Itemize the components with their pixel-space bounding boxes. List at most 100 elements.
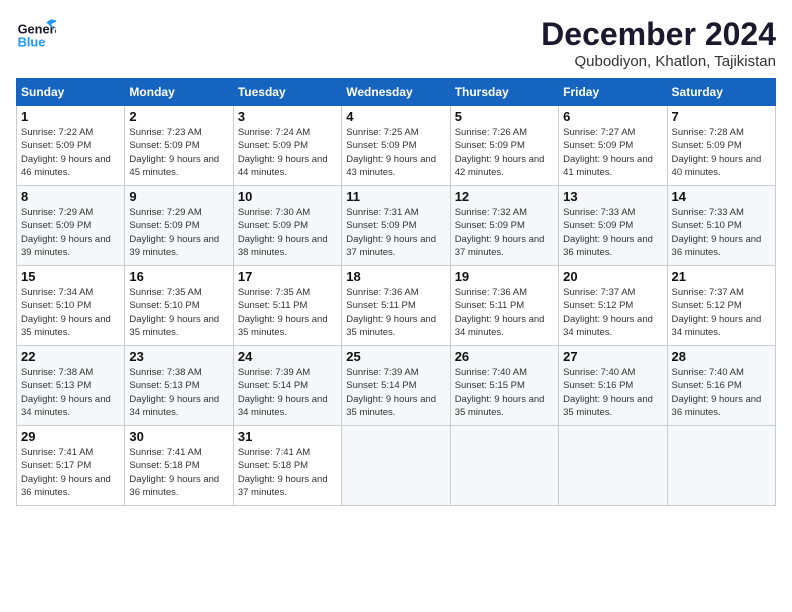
- day-number: 17: [238, 269, 337, 284]
- calendar-cell: 10 Sunrise: 7:30 AMSunset: 5:09 PMDaylig…: [233, 186, 341, 266]
- day-number: 19: [455, 269, 554, 284]
- day-number: 28: [672, 349, 771, 364]
- cell-info: Sunrise: 7:24 AMSunset: 5:09 PMDaylight:…: [238, 127, 328, 178]
- day-number: 6: [563, 109, 662, 124]
- calendar-cell: 24 Sunrise: 7:39 AMSunset: 5:14 PMDaylig…: [233, 346, 341, 426]
- month-title: December 2024: [541, 16, 776, 53]
- header-friday: Friday: [559, 79, 667, 106]
- day-number: 16: [129, 269, 228, 284]
- calendar-cell: 31 Sunrise: 7:41 AMSunset: 5:18 PMDaylig…: [233, 426, 341, 506]
- day-number: 20: [563, 269, 662, 284]
- calendar-cell: 14 Sunrise: 7:33 AMSunset: 5:10 PMDaylig…: [667, 186, 775, 266]
- day-number: 12: [455, 189, 554, 204]
- calendar-cell: 13 Sunrise: 7:33 AMSunset: 5:09 PMDaylig…: [559, 186, 667, 266]
- svg-text:Blue: Blue: [18, 34, 46, 49]
- cell-info: Sunrise: 7:32 AMSunset: 5:09 PMDaylight:…: [455, 207, 545, 258]
- cell-info: Sunrise: 7:36 AMSunset: 5:11 PMDaylight:…: [455, 287, 545, 338]
- day-number: 30: [129, 429, 228, 444]
- calendar-cell: 5 Sunrise: 7:26 AMSunset: 5:09 PMDayligh…: [450, 106, 558, 186]
- header-thursday: Thursday: [450, 79, 558, 106]
- calendar-cell: 26 Sunrise: 7:40 AMSunset: 5:15 PMDaylig…: [450, 346, 558, 426]
- cell-info: Sunrise: 7:34 AMSunset: 5:10 PMDaylight:…: [21, 287, 111, 338]
- cell-info: Sunrise: 7:41 AMSunset: 5:18 PMDaylight:…: [238, 447, 328, 498]
- day-number: 13: [563, 189, 662, 204]
- day-number: 11: [346, 189, 445, 204]
- header-tuesday: Tuesday: [233, 79, 341, 106]
- day-number: 24: [238, 349, 337, 364]
- header-sunday: Sunday: [17, 79, 125, 106]
- title-block: December 2024 Qubodiyon, Khatlon, Tajiki…: [541, 16, 776, 70]
- calendar-cell: 9 Sunrise: 7:29 AMSunset: 5:09 PMDayligh…: [125, 186, 233, 266]
- calendar-cell: 18 Sunrise: 7:36 AMSunset: 5:11 PMDaylig…: [342, 266, 450, 346]
- calendar-cell: 6 Sunrise: 7:27 AMSunset: 5:09 PMDayligh…: [559, 106, 667, 186]
- header-wednesday: Wednesday: [342, 79, 450, 106]
- cell-info: Sunrise: 7:40 AMSunset: 5:16 PMDaylight:…: [672, 367, 762, 418]
- day-number: 10: [238, 189, 337, 204]
- calendar-cell: [559, 426, 667, 506]
- day-number: 2: [129, 109, 228, 124]
- day-number: 9: [129, 189, 228, 204]
- cell-info: Sunrise: 7:36 AMSunset: 5:11 PMDaylight:…: [346, 287, 436, 338]
- day-number: 4: [346, 109, 445, 124]
- header-saturday: Saturday: [667, 79, 775, 106]
- calendar-cell: 17 Sunrise: 7:35 AMSunset: 5:11 PMDaylig…: [233, 266, 341, 346]
- location-title: Qubodiyon, Khatlon, Tajikistan: [541, 53, 776, 70]
- calendar-cell: 15 Sunrise: 7:34 AMSunset: 5:10 PMDaylig…: [17, 266, 125, 346]
- calendar-cell: 30 Sunrise: 7:41 AMSunset: 5:18 PMDaylig…: [125, 426, 233, 506]
- cell-info: Sunrise: 7:27 AMSunset: 5:09 PMDaylight:…: [563, 127, 653, 178]
- cell-info: Sunrise: 7:33 AMSunset: 5:10 PMDaylight:…: [672, 207, 762, 258]
- day-number: 3: [238, 109, 337, 124]
- calendar-table: Sunday Monday Tuesday Wednesday Thursday…: [16, 78, 776, 506]
- calendar-cell: 3 Sunrise: 7:24 AMSunset: 5:09 PMDayligh…: [233, 106, 341, 186]
- page-header: General Blue December 2024 Qubodiyon, Kh…: [16, 16, 776, 70]
- day-number: 29: [21, 429, 120, 444]
- cell-info: Sunrise: 7:37 AMSunset: 5:12 PMDaylight:…: [672, 287, 762, 338]
- cell-info: Sunrise: 7:30 AMSunset: 5:09 PMDaylight:…: [238, 207, 328, 258]
- cell-info: Sunrise: 7:23 AMSunset: 5:09 PMDaylight:…: [129, 127, 219, 178]
- calendar-row: 29 Sunrise: 7:41 AMSunset: 5:17 PMDaylig…: [17, 426, 776, 506]
- calendar-cell: 28 Sunrise: 7:40 AMSunset: 5:16 PMDaylig…: [667, 346, 775, 426]
- calendar-cell: 22 Sunrise: 7:38 AMSunset: 5:13 PMDaylig…: [17, 346, 125, 426]
- calendar-cell: 29 Sunrise: 7:41 AMSunset: 5:17 PMDaylig…: [17, 426, 125, 506]
- cell-info: Sunrise: 7:31 AMSunset: 5:09 PMDaylight:…: [346, 207, 436, 258]
- calendar-cell: 12 Sunrise: 7:32 AMSunset: 5:09 PMDaylig…: [450, 186, 558, 266]
- calendar-cell: 8 Sunrise: 7:29 AMSunset: 5:09 PMDayligh…: [17, 186, 125, 266]
- cell-info: Sunrise: 7:25 AMSunset: 5:09 PMDaylight:…: [346, 127, 436, 178]
- calendar-cell: 23 Sunrise: 7:38 AMSunset: 5:13 PMDaylig…: [125, 346, 233, 426]
- calendar-cell: 11 Sunrise: 7:31 AMSunset: 5:09 PMDaylig…: [342, 186, 450, 266]
- calendar-cell: [667, 426, 775, 506]
- logo: General Blue: [16, 16, 56, 56]
- cell-info: Sunrise: 7:28 AMSunset: 5:09 PMDaylight:…: [672, 127, 762, 178]
- calendar-cell: 2 Sunrise: 7:23 AMSunset: 5:09 PMDayligh…: [125, 106, 233, 186]
- calendar-cell: 21 Sunrise: 7:37 AMSunset: 5:12 PMDaylig…: [667, 266, 775, 346]
- cell-info: Sunrise: 7:33 AMSunset: 5:09 PMDaylight:…: [563, 207, 653, 258]
- calendar-cell: 27 Sunrise: 7:40 AMSunset: 5:16 PMDaylig…: [559, 346, 667, 426]
- calendar-cell: 20 Sunrise: 7:37 AMSunset: 5:12 PMDaylig…: [559, 266, 667, 346]
- cell-info: Sunrise: 7:40 AMSunset: 5:15 PMDaylight:…: [455, 367, 545, 418]
- calendar-row: 8 Sunrise: 7:29 AMSunset: 5:09 PMDayligh…: [17, 186, 776, 266]
- day-number: 5: [455, 109, 554, 124]
- day-number: 27: [563, 349, 662, 364]
- weekday-header-row: Sunday Monday Tuesday Wednesday Thursday…: [17, 79, 776, 106]
- calendar-row: 15 Sunrise: 7:34 AMSunset: 5:10 PMDaylig…: [17, 266, 776, 346]
- calendar-cell: 19 Sunrise: 7:36 AMSunset: 5:11 PMDaylig…: [450, 266, 558, 346]
- day-number: 8: [21, 189, 120, 204]
- cell-info: Sunrise: 7:29 AMSunset: 5:09 PMDaylight:…: [129, 207, 219, 258]
- day-number: 31: [238, 429, 337, 444]
- cell-info: Sunrise: 7:40 AMSunset: 5:16 PMDaylight:…: [563, 367, 653, 418]
- calendar-cell: [450, 426, 558, 506]
- cell-info: Sunrise: 7:39 AMSunset: 5:14 PMDaylight:…: [346, 367, 436, 418]
- header-monday: Monday: [125, 79, 233, 106]
- cell-info: Sunrise: 7:38 AMSunset: 5:13 PMDaylight:…: [129, 367, 219, 418]
- day-number: 15: [21, 269, 120, 284]
- day-number: 18: [346, 269, 445, 284]
- calendar-row: 22 Sunrise: 7:38 AMSunset: 5:13 PMDaylig…: [17, 346, 776, 426]
- day-number: 25: [346, 349, 445, 364]
- cell-info: Sunrise: 7:39 AMSunset: 5:14 PMDaylight:…: [238, 367, 328, 418]
- calendar-cell: 7 Sunrise: 7:28 AMSunset: 5:09 PMDayligh…: [667, 106, 775, 186]
- cell-info: Sunrise: 7:38 AMSunset: 5:13 PMDaylight:…: [21, 367, 111, 418]
- day-number: 23: [129, 349, 228, 364]
- calendar-cell: 16 Sunrise: 7:35 AMSunset: 5:10 PMDaylig…: [125, 266, 233, 346]
- calendar-cell: 4 Sunrise: 7:25 AMSunset: 5:09 PMDayligh…: [342, 106, 450, 186]
- calendar-cell: 1 Sunrise: 7:22 AMSunset: 5:09 PMDayligh…: [17, 106, 125, 186]
